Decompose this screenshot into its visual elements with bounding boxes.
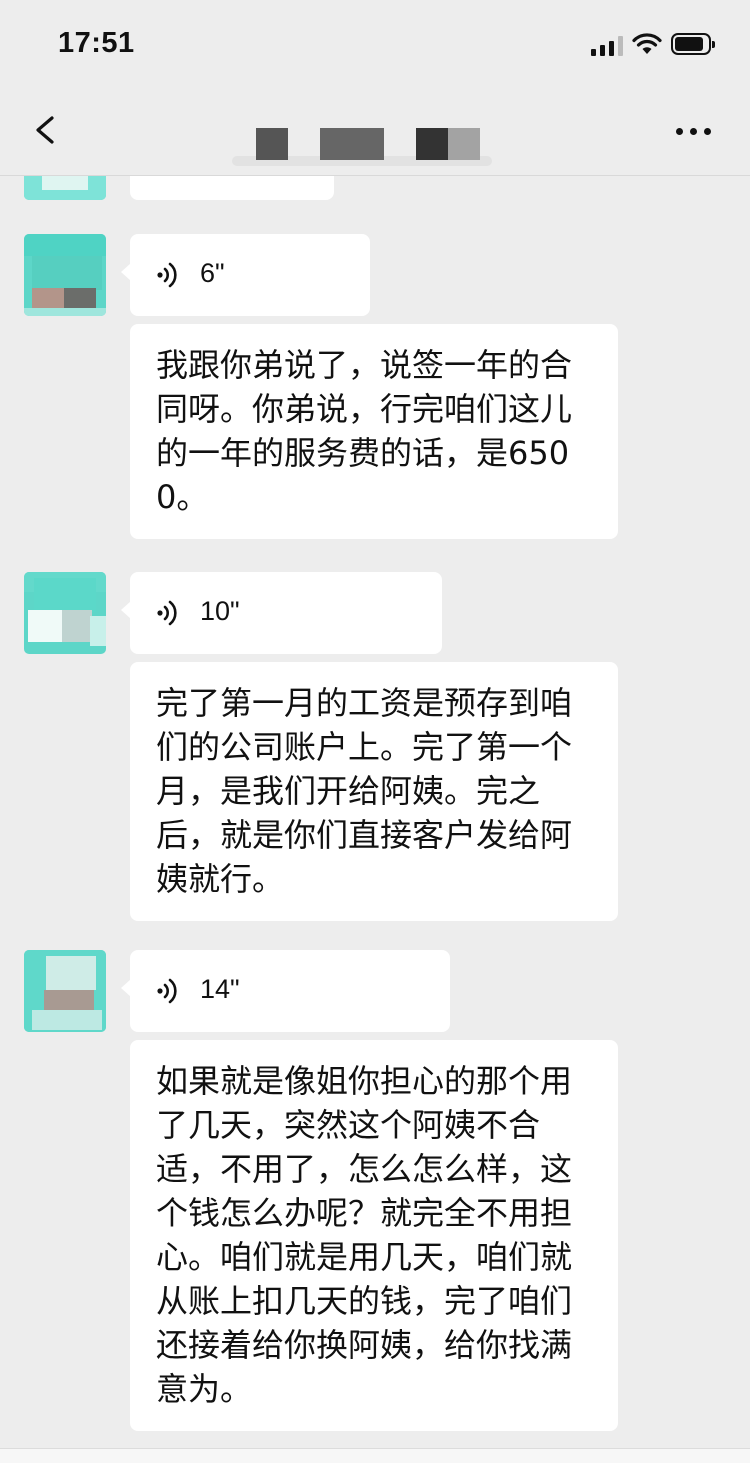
battery-icon [671, 33, 715, 55]
avatar[interactable] [24, 234, 106, 316]
voice-duration: 6" [200, 258, 225, 288]
voice-duration: 10" [200, 596, 240, 626]
voice-wave-icon [157, 978, 177, 1004]
avatar[interactable] [24, 950, 106, 1032]
avatar[interactable] [24, 176, 106, 200]
transcription-text: 我跟你弟说了，说签一年的合同呀。你弟说，行完咱们这儿的一年的服务费的话，是650… [130, 324, 618, 539]
chat-title-blurred [232, 128, 492, 168]
wifi-icon [632, 33, 662, 54]
voice-message[interactable]: 6" [121, 234, 370, 316]
bottom-input-bar [0, 1448, 750, 1463]
transcription-content: 完了第一月的工资是预存到咱们的公司账户上。完了第一个月，是我们开给阿姨。完之后，… [156, 684, 573, 898]
transcription-text: 如果就是像姐你担心的那个用了几天，突然这个阿姨不合适，不用了，怎么怎么样，这个钱… [130, 1040, 618, 1431]
voice-wave-icon [157, 600, 177, 626]
signal-icon [591, 36, 625, 56]
avatar[interactable] [24, 572, 106, 654]
transcription-content: 我跟你弟说了，说签一年的合同呀。你弟说，行完咱们这儿的一年的服务费的话，是650… [156, 346, 573, 516]
message-bubble-partial [130, 176, 334, 200]
status-time: 17:51 [58, 27, 135, 59]
transcription-content: 如果就是像姐你担心的那个用了几天，突然这个阿姨不合适，不用了，怎么怎么样，这个钱… [156, 1062, 573, 1408]
voice-wave-icon [157, 262, 177, 288]
nav-bar [0, 88, 750, 176]
voice-message[interactable]: 10" [121, 572, 442, 654]
voice-message[interactable]: 14" [121, 950, 450, 1032]
status-bar: 17:51 [0, 0, 750, 88]
more-icon[interactable] [672, 116, 716, 146]
back-arrow-icon[interactable] [24, 108, 68, 152]
voice-duration: 14" [200, 974, 240, 1004]
chat-area[interactable]: 6" 我跟你弟说了，说签一年的合同呀。你弟说，行完咱们这儿的一年的服务费的话，是… [0, 176, 750, 1462]
transcription-text: 完了第一月的工资是预存到咱们的公司账户上。完了第一个月，是我们开给阿姨。完之后，… [130, 662, 618, 921]
